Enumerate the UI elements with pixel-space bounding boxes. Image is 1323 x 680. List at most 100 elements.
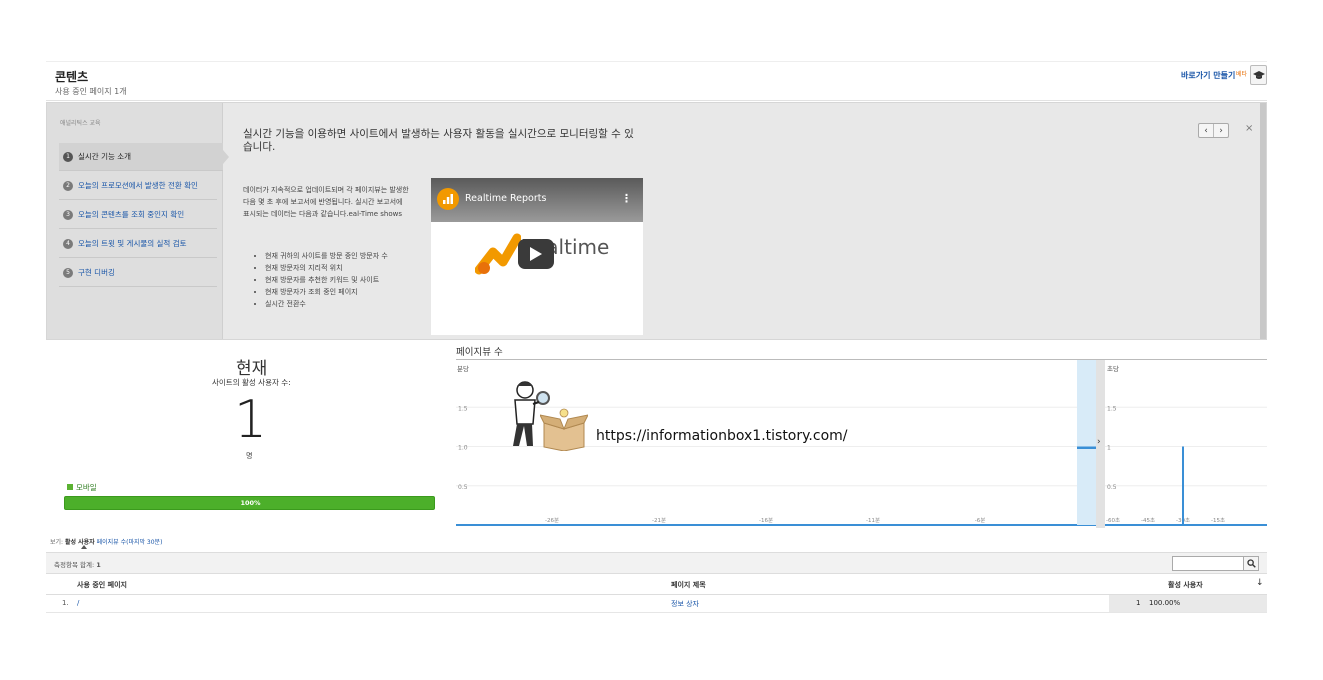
list-item: 현재 방문자가 조회 중인 페이지 — [265, 286, 433, 298]
tutorial-scrollbar[interactable] — [1260, 103, 1266, 339]
prev-step-button[interactable]: ‹ — [1199, 124, 1214, 137]
y-tick-label: 1.0 — [458, 445, 468, 452]
list-item: 현재 방문자의 지리적 위치 — [265, 262, 433, 274]
view-pageviews-tab[interactable]: 페이지뷰 수(마지막 30분) — [97, 539, 163, 546]
row-page-link[interactable]: / — [77, 599, 79, 607]
tutorial-step-2[interactable]: 2 오늘의 프로모션에서 발생한 전환 확인 — [59, 172, 217, 200]
video-menu-icon[interactable]: ⋮ — [621, 192, 632, 205]
row-value-cell — [1109, 595, 1267, 612]
video-title: Realtime Reports — [465, 193, 547, 204]
x-tick-label: -11분 — [866, 517, 880, 524]
watermark-url: https://informationbox1.tistory.com/ — [596, 428, 848, 444]
per-second-chart: 1.510.5-60초-45초-30초-15초 — [1105, 405, 1267, 526]
step-label: 오늘의 트윗 및 게시물의 실적 검토 — [78, 239, 187, 248]
play-button[interactable] — [518, 239, 554, 269]
x-tick-label: -6분 — [975, 517, 986, 524]
step-label: 실시간 기능 소개 — [78, 152, 132, 161]
tutorial-nav: ‹ › — [1198, 123, 1229, 138]
realtime-logo-icon — [475, 233, 521, 275]
active-users-label: 사이트의 활성 사용자 수: — [212, 378, 291, 387]
row-index: 1. — [62, 599, 69, 607]
device-share-bar: 100% — [64, 496, 435, 510]
create-shortcut-link[interactable]: 바로가기 만들기 — [1181, 70, 1235, 81]
list-item: 현재 방문자를 추천한 키워드 및 사이트 — [265, 274, 433, 286]
row-users-value: 1 — [1136, 599, 1141, 607]
tutorial-body: 데이터가 지속적으로 업데이트되며 각 페이지뷰는 발생한 다음 몇 초 후에 … — [243, 186, 409, 218]
chart-bar[interactable] — [1182, 446, 1184, 526]
x-tick-label: -15초 — [1211, 517, 1225, 524]
open-box-icon — [540, 408, 588, 451]
next-step-button[interactable]: › — [1214, 124, 1228, 137]
step-number-icon: 2 — [63, 180, 73, 191]
x-tick-label: -45초 — [1141, 517, 1155, 524]
step-label: 오늘의 프로모션에서 발생한 전환 확인 — [78, 181, 198, 190]
row-title-link[interactable]: 정보 상자 — [671, 599, 699, 609]
header-bottom-divider — [46, 100, 1267, 101]
view-switch: 보기: 활성 사용자 페이지뷰 수(마지막 30분) — [50, 537, 162, 546]
y-tick-label: 0.5 — [1107, 484, 1117, 491]
tutorial-heading: 실시간 기능을 이용하면 사이트에서 발생하는 사용자 활동을 실시간으로 모니… — [243, 128, 634, 153]
video-title-bar: Realtime Reports ⋮ — [431, 178, 643, 222]
search-icon — [1246, 559, 1256, 568]
tutorial-step-5[interactable]: 5 구현 디버깅 — [59, 259, 217, 287]
chart-bar[interactable] — [1077, 446, 1096, 450]
tutorial-step-4[interactable]: 4 오늘의 트윗 및 게시물의 실적 검토 — [59, 230, 217, 258]
x-tick-label: -26분 — [545, 517, 559, 524]
step-number-icon: 5 — [63, 267, 73, 278]
view-prefix: 보기: — [50, 539, 64, 546]
active-users-unit: 명 — [246, 452, 253, 460]
tutorial-bullet-list: 현재 귀하의 사이트를 방문 중인 방문자 수 현재 방문자의 지리적 위치 현… — [253, 250, 433, 310]
metric-total: 측정항목 합계: 1 — [54, 559, 101, 569]
list-item: 현재 귀하의 사이트를 방문 중인 방문자 수 — [265, 250, 433, 262]
x-tick-label: -60초 — [1106, 517, 1120, 524]
view-active-users-tab[interactable]: 활성 사용자 — [65, 539, 95, 546]
step-number-icon: 3 — [63, 209, 73, 220]
active-users-count: 1 — [234, 390, 268, 450]
step-label: 오늘의 콘텐츠를 조회 중인지 확인 — [78, 210, 185, 219]
column-header-users[interactable]: 활성 사용자 — [1168, 580, 1203, 590]
step-label: 구현 디버깅 — [78, 268, 115, 277]
chart-title: 페이지뷰 수 — [456, 347, 503, 358]
tutorial-panel: 애널리틱스 교육 1 실시간 기능 소개 2 오늘의 프로모션에서 발생한 전환 확… — [46, 102, 1267, 340]
tutorial-step-3[interactable]: 3 오늘의 콘텐츠를 조회 중인지 확인 — [59, 201, 217, 229]
tutorial-step-1[interactable]: 1 실시간 기능 소개 — [59, 143, 223, 171]
table-toolbar: 측정항목 합계: 1 — [46, 552, 1267, 574]
x-tick-label: -21분 — [652, 517, 666, 524]
column-header-page[interactable]: 사용 중인 페이지 — [77, 580, 127, 590]
search-button[interactable] — [1243, 556, 1259, 571]
active-step-pointer — [223, 150, 229, 164]
y-tick-label: 1.5 — [458, 405, 468, 412]
y-tick-label: 1.5 — [1107, 405, 1117, 412]
analytics-logo-icon — [437, 188, 459, 210]
device-share-label: 100% — [240, 499, 261, 507]
table-row: 1. / 정보 상자 1 100.00% — [46, 595, 1267, 613]
bar-highlight — [1077, 360, 1096, 525]
play-icon — [530, 247, 542, 261]
page-subtitle: 사용 중인 페이지 1개 — [55, 87, 127, 96]
sort-down-icon[interactable]: ↓ — [1256, 578, 1264, 588]
tutorial-video[interactable]: Realtime Reports ⋮ Realtime — [431, 178, 643, 335]
mobile-legend-swatch — [67, 484, 73, 490]
column-header-title[interactable]: 페이지 제목 — [671, 580, 706, 590]
step-number-icon: 4 — [63, 238, 73, 249]
list-item: 실시간 전환수 — [265, 298, 433, 310]
now-label: 현재 — [236, 359, 268, 379]
education-button[interactable] — [1250, 65, 1267, 85]
y-tick-label: 0.5 — [458, 484, 468, 491]
view-active-indicator — [81, 545, 87, 549]
header-top-divider — [46, 61, 1267, 62]
step-number-icon: 1 — [63, 151, 73, 162]
tutorial-sidebar: 애널리틱스 교육 1 실시간 기능 소개 2 오늘의 프로모션에서 발생한 전환 확… — [47, 103, 223, 339]
page-title: 콘텐츠 — [55, 70, 89, 84]
close-tutorial-button[interactable]: × — [1245, 123, 1253, 134]
tutorial-sidebar-title: 애널리틱스 교육 — [60, 120, 101, 127]
metric-total-value: 1 — [96, 561, 101, 569]
y-tick-label: 1 — [1107, 445, 1111, 452]
mobile-legend-label: 모바일 — [76, 483, 97, 492]
table-header: 사용 중인 페이지 페이지 제목 활성 사용자 ↓ — [46, 575, 1267, 595]
x-tick-label: -16분 — [759, 517, 773, 524]
metric-total-label: 측정항목 합계: — [54, 561, 95, 569]
chevron-right-icon[interactable]: › — [1097, 437, 1101, 447]
mobile-legend: 모바일 — [67, 482, 97, 493]
beta-badge: 베타 — [1236, 71, 1248, 78]
